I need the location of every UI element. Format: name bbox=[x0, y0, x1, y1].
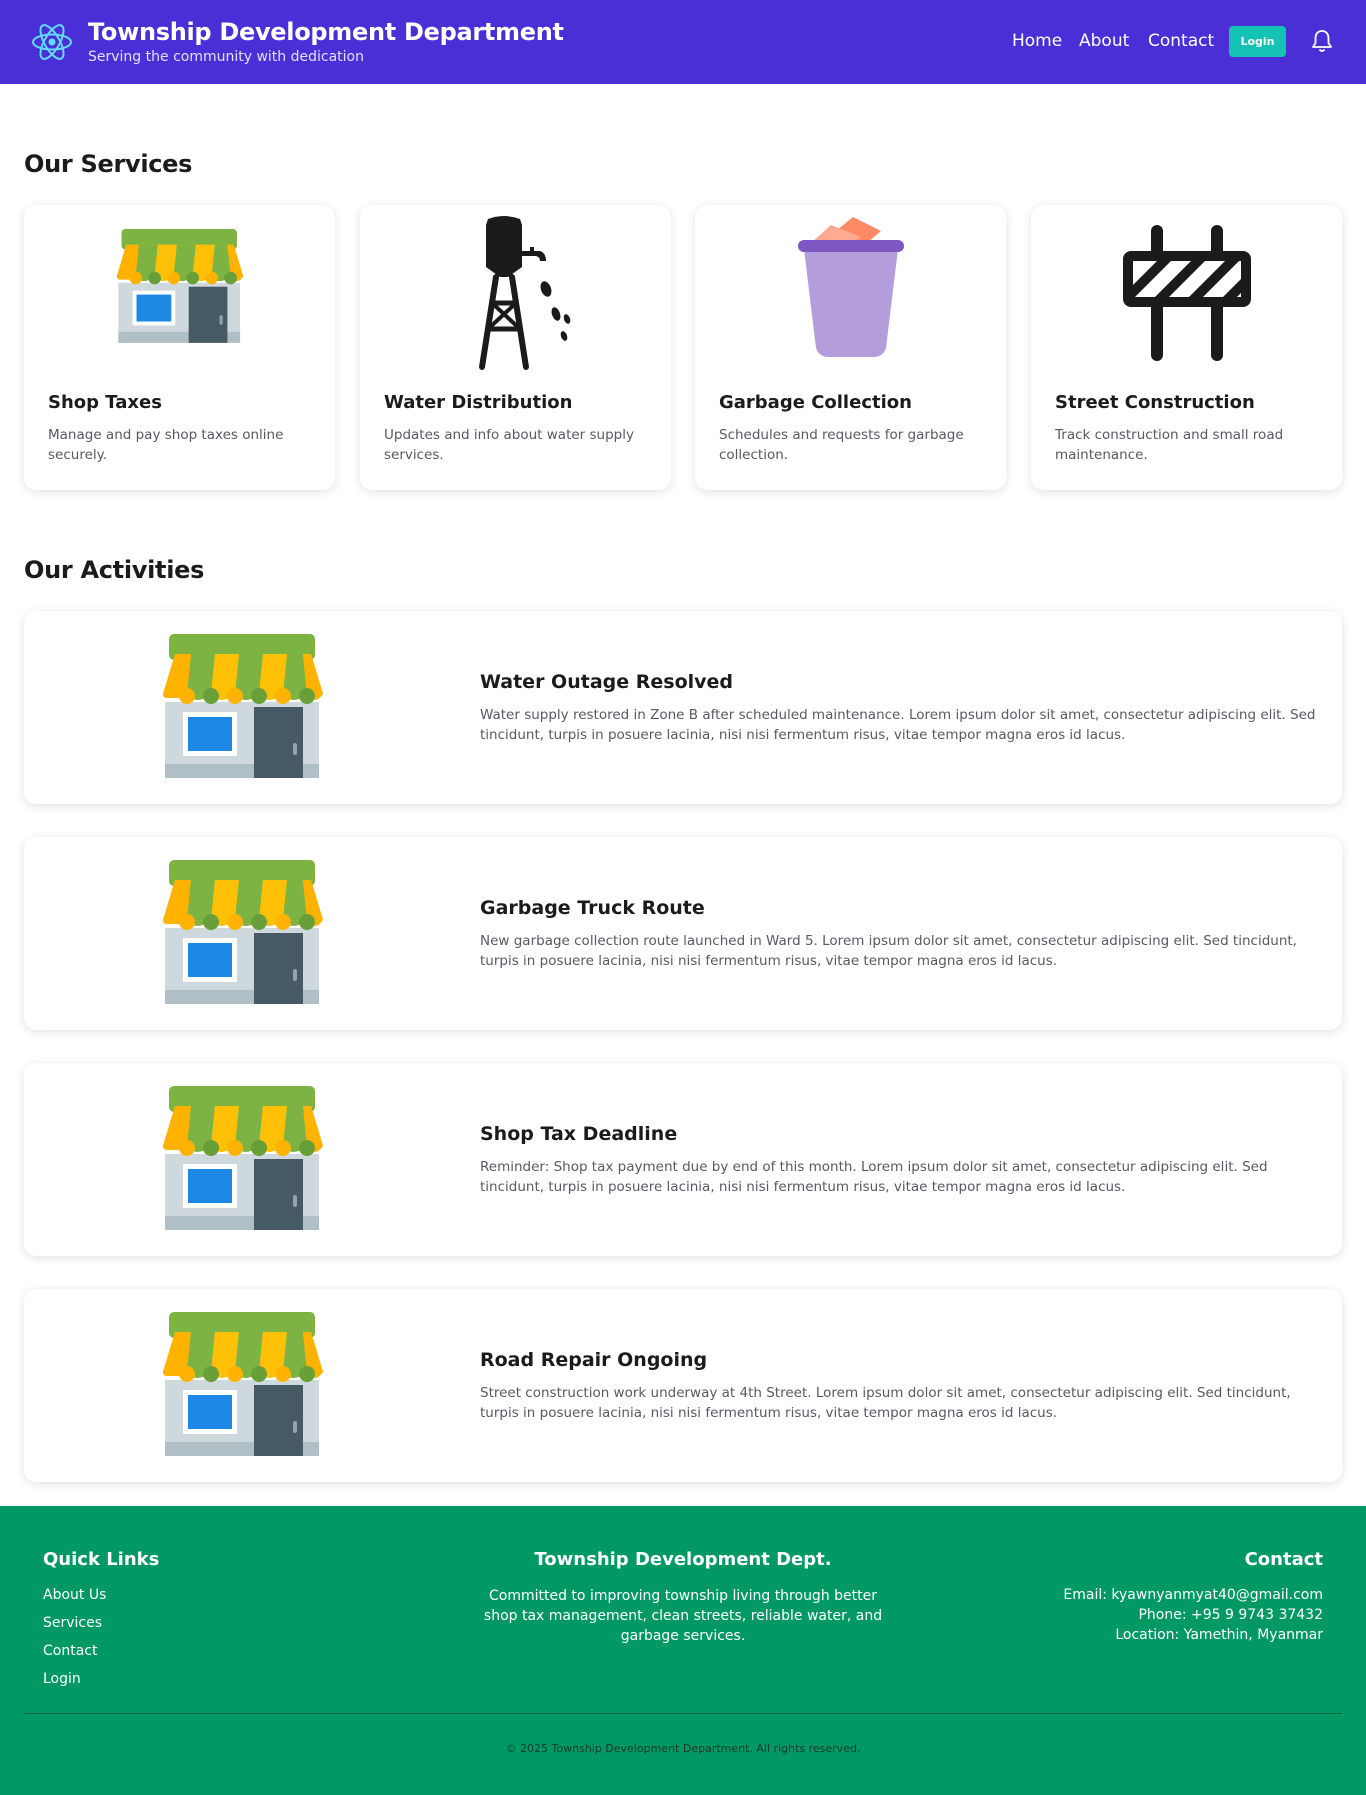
footer-contact-heading: Contact bbox=[1244, 1549, 1323, 1570]
footer-divider bbox=[24, 1713, 1342, 1714]
quick-links-heading: Quick Links bbox=[43, 1549, 160, 1570]
site-footer: Quick Links About Us Services Contact Lo… bbox=[0, 1506, 1366, 1795]
activity-title: Road Repair Ongoing bbox=[480, 1349, 708, 1371]
nav-contact-link[interactable]: Contact bbox=[1148, 31, 1214, 51]
footer-link-about-us[interactable]: About Us bbox=[43, 1587, 106, 1603]
services-section-title: Our Services bbox=[24, 150, 193, 178]
bell-icon[interactable] bbox=[1309, 28, 1335, 54]
service-description: Manage and pay shop taxes online securel… bbox=[48, 427, 284, 463]
shop-icon bbox=[157, 634, 329, 782]
footer-link-contact[interactable]: Contact bbox=[43, 1643, 97, 1659]
activity-description: Water supply restored in Zone B after sc… bbox=[480, 707, 1316, 743]
activity-card[interactable]: Garbage Truck Route New garbage collecti… bbox=[24, 837, 1342, 1030]
service-title: Shop Taxes bbox=[48, 392, 162, 413]
service-description: Track construction and small road mainte… bbox=[1055, 427, 1284, 463]
footer-link-services[interactable]: Services bbox=[43, 1615, 102, 1631]
copyright-text: © 2025 Township Development Department. … bbox=[505, 1742, 861, 1755]
service-card-garbage-collection[interactable]: Garbage Collection Schedules and request… bbox=[695, 205, 1006, 490]
service-description: Schedules and requests for garbage colle… bbox=[719, 427, 964, 463]
service-title: Water Distribution bbox=[384, 392, 573, 413]
site-subtitle: Serving the community with dedication bbox=[88, 49, 364, 65]
footer-org-title: Township Development Dept. bbox=[534, 1549, 832, 1570]
footer-location: Location: Yamethin, Myanmar bbox=[1115, 1627, 1323, 1643]
activity-description: Reminder: Shop tax payment due by end of… bbox=[480, 1159, 1268, 1195]
nav-about-link[interactable]: About bbox=[1079, 31, 1129, 51]
water-tower-icon bbox=[478, 216, 570, 370]
road-barrier-icon bbox=[1122, 225, 1251, 361]
footer-org-description: Committed to improving township living t… bbox=[483, 1588, 883, 1644]
footer-phone: Phone: +95 9 9743 37432 bbox=[1138, 1607, 1323, 1623]
service-title: Garbage Collection bbox=[719, 392, 912, 413]
site-header: Township Development Department Serving … bbox=[0, 0, 1366, 84]
activity-card[interactable]: Shop Tax Deadline Reminder: Shop tax pay… bbox=[24, 1063, 1342, 1256]
footer-email[interactable]: Email: kyawnyanmyat40@gmail.com bbox=[1063, 1587, 1323, 1603]
shop-icon bbox=[157, 860, 329, 1008]
activity-card[interactable]: Road Repair Ongoing Street construction … bbox=[24, 1289, 1342, 1482]
service-card-shop-taxes[interactable]: Shop Taxes Manage and pay shop taxes onl… bbox=[24, 205, 335, 490]
shop-icon bbox=[157, 1086, 329, 1234]
footer-link-login[interactable]: Login bbox=[43, 1671, 81, 1687]
activity-description: Street construction work underway at 4th… bbox=[480, 1385, 1291, 1421]
shop-icon bbox=[157, 1312, 329, 1460]
site-title: Township Development Department bbox=[88, 18, 564, 46]
activity-description: New garbage collection route launched in… bbox=[480, 933, 1297, 969]
activity-title: Shop Tax Deadline bbox=[480, 1123, 678, 1145]
activity-card[interactable]: Water Outage Resolved Water supply resto… bbox=[24, 611, 1342, 804]
activities-section-title: Our Activities bbox=[24, 556, 205, 584]
activity-title: Water Outage Resolved bbox=[480, 671, 734, 693]
activity-title: Garbage Truck Route bbox=[480, 897, 705, 919]
service-card-street-construction[interactable]: Street Construction Track construction a… bbox=[1031, 205, 1342, 490]
login-button[interactable]: Login bbox=[1229, 26, 1286, 57]
atom-logo-icon[interactable] bbox=[31, 21, 73, 63]
shop-icon bbox=[116, 229, 243, 343]
service-title: Street Construction bbox=[1055, 392, 1255, 413]
service-card-water-distribution[interactable]: Water Distribution Updates and info abou… bbox=[360, 205, 671, 490]
trash-bin-icon bbox=[797, 217, 904, 357]
service-description: Updates and info about water supply serv… bbox=[384, 427, 634, 463]
nav-home-link[interactable]: Home bbox=[1012, 31, 1062, 51]
